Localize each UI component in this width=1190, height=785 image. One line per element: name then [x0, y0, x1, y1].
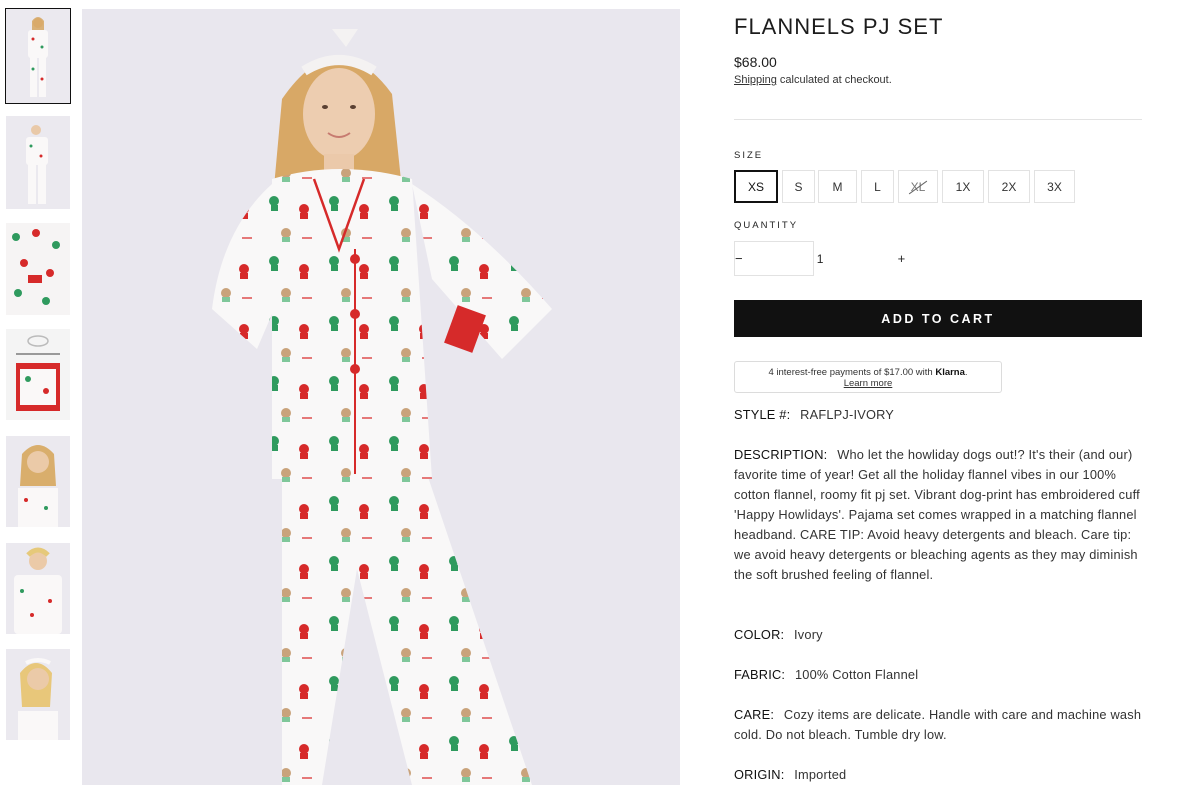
fabric-value: 100% Cotton Flannel [794, 667, 919, 682]
quantity-input[interactable] [742, 251, 898, 266]
klarna-brand: Klarna [935, 367, 965, 378]
product-title: FLANNELS PJ SET [734, 14, 944, 39]
color-detail: COLOR: Ivory [734, 625, 1144, 645]
quantity-stepper: − + [734, 241, 905, 276]
klarna-banner: 4 interest-free payments of $17.00 with … [734, 361, 1002, 393]
size-option-3x[interactable]: 3X [1034, 170, 1075, 203]
divider [734, 119, 1142, 120]
thumbnail-7[interactable] [6, 649, 70, 740]
thumbnail-7-image [6, 649, 70, 740]
color-key: COLOR: [734, 627, 785, 642]
klarna-learn-more-link[interactable]: Learn more [735, 378, 1001, 389]
size-option-xl[interactable]: XL [898, 170, 938, 203]
description-key: DESCRIPTION: [734, 447, 828, 462]
thumbnail-2-image [6, 116, 70, 209]
care-value: Cozy items are delicate. Handle with car… [734, 707, 1142, 742]
origin-value: Imported [794, 767, 847, 782]
thumbnail-5[interactable] [6, 436, 70, 527]
style-number-value: RAFLPJ-IVORY [800, 407, 895, 422]
color-value: Ivory [794, 627, 823, 642]
origin-key: ORIGIN: [734, 767, 785, 782]
size-option-l[interactable]: L [861, 170, 894, 203]
thumbnail-2[interactable] [6, 116, 70, 209]
description: DESCRIPTION: Who let the howliday dogs o… [734, 445, 1144, 585]
shipping-note: Shipping calculated at checkout. [734, 74, 892, 86]
size-option-m[interactable]: M [818, 170, 857, 203]
care-detail: CARE: Cozy items are delicate. Handle wi… [734, 705, 1144, 745]
size-option-xs[interactable]: XS [734, 170, 778, 203]
thumbnail-3[interactable] [6, 223, 70, 315]
size-option-s[interactable]: S [782, 170, 815, 203]
thumbnail-4[interactable] [6, 329, 70, 420]
quantity-increase-button[interactable]: + [898, 242, 906, 275]
thumbnail-4-image [6, 329, 70, 420]
fabric-detail: FABRIC: 100% Cotton Flannel [734, 665, 1144, 685]
description-value: Who let the howliday dogs out!? It's the… [734, 447, 1140, 582]
model-illustration [82, 9, 680, 785]
size-label: SIZE [734, 150, 764, 161]
add-to-cart-button[interactable]: ADD TO CART [734, 300, 1142, 337]
main-product-image[interactable] [82, 9, 680, 785]
shipping-link[interactable]: Shipping [734, 74, 777, 86]
style-number: STYLE #: RAFLPJ-IVORY [734, 405, 1144, 425]
klarna-text-end: . [964, 367, 968, 378]
fabric-key: FABRIC: [734, 667, 786, 682]
size-option-1x[interactable]: 1X [942, 170, 984, 203]
origin-detail: ORIGIN: Imported [734, 765, 1144, 785]
thumbnail-5-image [6, 436, 70, 527]
thumbnail-3-image [6, 223, 70, 315]
product-price: $68.00 [734, 54, 777, 70]
thumbnail-6[interactable] [6, 543, 70, 634]
shipping-note-text: calculated at checkout. [776, 74, 892, 86]
klarna-text: 4 interest-free payments of $17.00 with [768, 367, 936, 378]
thumbnail-1[interactable] [5, 8, 71, 104]
quantity-decrease-button[interactable]: − [735, 242, 743, 275]
size-option-2x[interactable]: 2X [988, 170, 1030, 203]
style-number-key: STYLE #: [734, 407, 791, 422]
thumbnail-6-image [6, 543, 70, 634]
quantity-label: QUANTITY [734, 220, 799, 231]
thumbnail-1-image [6, 9, 70, 103]
care-key: CARE: [734, 707, 775, 722]
